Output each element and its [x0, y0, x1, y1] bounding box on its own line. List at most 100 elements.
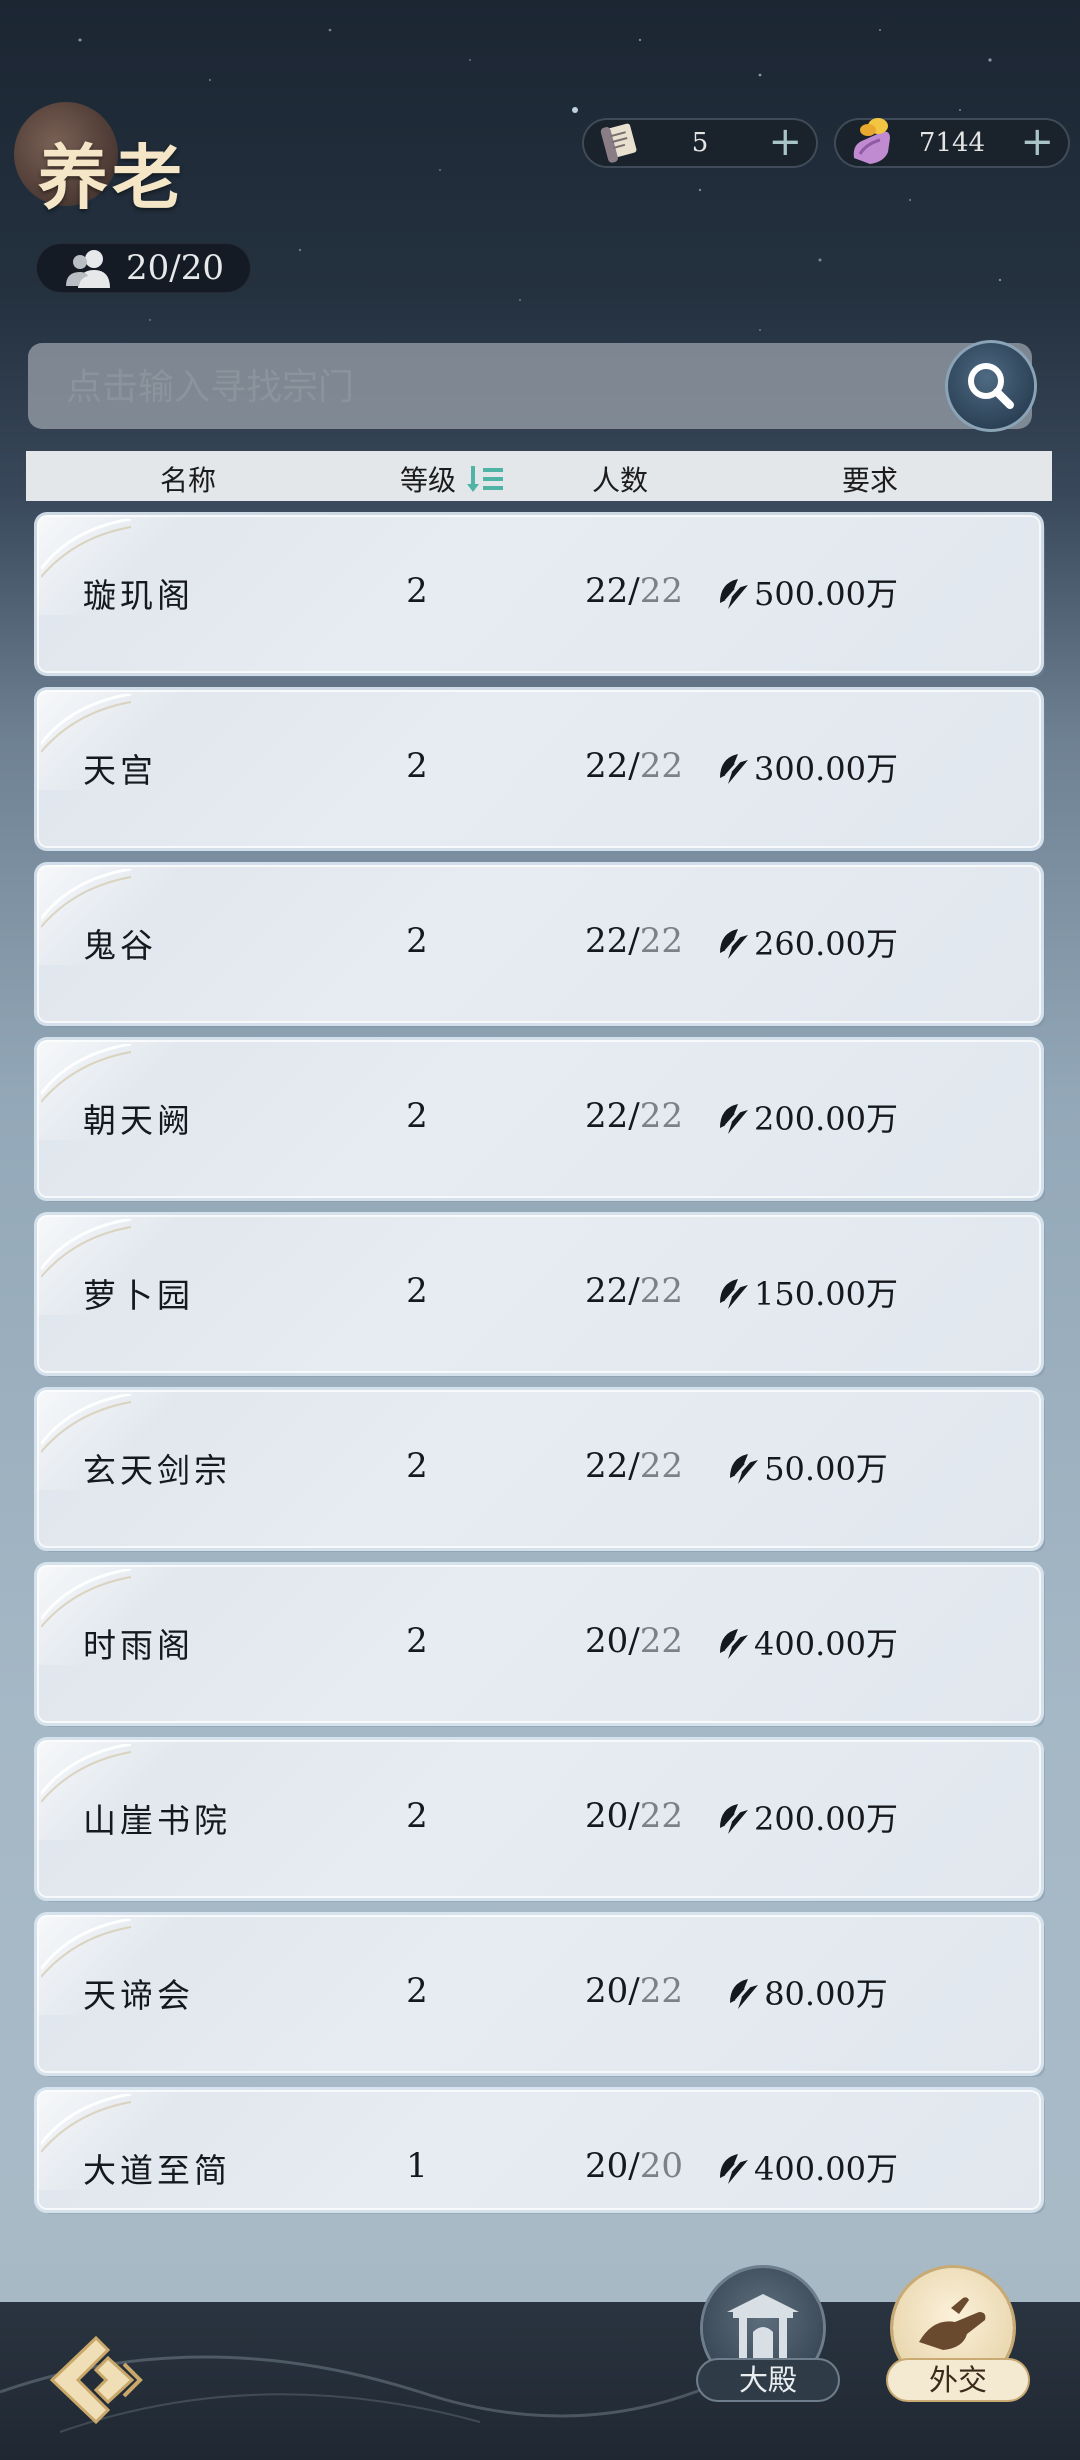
requirement-value: 400.00万 [754, 2150, 898, 2188]
member-separator: / [628, 1971, 640, 2011]
sect-level: 1 [406, 2146, 428, 2186]
sect-level: 2 [406, 921, 428, 961]
power-icon [730, 1454, 759, 1484]
resource-coin-counter: 7144 + [834, 118, 1070, 168]
sect-name: 天宫 [83, 751, 157, 790]
add-scroll-button[interactable]: + [768, 122, 802, 162]
column-header-count: 人数 [592, 464, 649, 497]
power-icon [720, 754, 748, 784]
requirement-value: 200.00万 [754, 1800, 898, 1838]
sect-name: 山崖书院 [83, 1801, 231, 1840]
sect-search-input[interactable] [64, 357, 928, 417]
sect-row[interactable]: 璇玑阁 2 22/22 500.00万 [37, 515, 1041, 673]
sect-requirement: 80.00万 [677, 1969, 937, 2015]
sect-name: 大道至简 [83, 2151, 231, 2190]
column-header-level[interactable]: 等级 [400, 459, 505, 499]
power-icon [720, 2154, 748, 2184]
search-icon [968, 363, 1014, 409]
sect-member-count: 22/22 [585, 746, 683, 786]
power-icon [720, 1279, 748, 1309]
member-separator: / [628, 1446, 640, 1486]
requirement-value: 260.00万 [754, 925, 898, 963]
member-current: 22 [585, 921, 629, 961]
power-icon [730, 1979, 759, 2009]
column-header-name: 名称 [160, 464, 217, 497]
requirement-value: 150.00万 [754, 1275, 898, 1313]
sort-descending-icon [466, 466, 503, 492]
sect-level: 2 [406, 1446, 428, 1486]
member-separator: / [628, 1621, 640, 1661]
sect-member-count: 20/22 [585, 1796, 683, 1836]
sect-requirement: 400.00万 [677, 1619, 937, 1665]
sect-name: 时雨阁 [83, 1626, 194, 1665]
sect-requirement: 50.00万 [677, 1444, 937, 1490]
requirement-value: 200.00万 [754, 1100, 898, 1138]
sect-requirement: 200.00万 [677, 1094, 937, 1140]
member-separator: / [628, 1271, 640, 1311]
sect-name: 天谛会 [83, 1976, 194, 2015]
requirement-value: 80.00万 [764, 1975, 888, 2013]
sect-row[interactable]: 天宫 2 22/22 300.00万 [37, 690, 1041, 848]
requirement-value: 50.00万 [764, 1450, 888, 1488]
sect-name: 璇玑阁 [83, 576, 194, 615]
sect-requirement: 260.00万 [677, 919, 937, 965]
sect-member-count: 22/22 [585, 571, 683, 611]
member-current: 22 [585, 1096, 629, 1136]
sect-row[interactable]: 鬼谷 2 22/22 260.00万 [37, 865, 1041, 1023]
sect-name: 玄天剑宗 [83, 1451, 231, 1490]
sect-row[interactable]: 朝天阙 2 22/22 200.00万 [37, 1040, 1041, 1198]
hall-nav-button[interactable]: 大殿 [698, 2268, 838, 2400]
table-header: 名称 等级 人数 要求 [26, 451, 1052, 501]
member-separator: / [628, 571, 640, 611]
sect-row[interactable]: 萝卜园 2 22/22 150.00万 [37, 1215, 1041, 1373]
sect-member-count: 22/22 [585, 1446, 683, 1486]
member-count-badge: 20/20 [36, 243, 251, 293]
sect-requirement: 300.00万 [677, 744, 937, 790]
diplomacy-nav-label: 外交 [888, 2360, 1028, 2400]
diplomacy-nav-button[interactable]: 外交 [888, 2268, 1028, 2400]
sect-requirement: 200.00万 [677, 1794, 937, 1840]
back-arrow-icon[interactable] [44, 2330, 148, 2430]
sect-level: 2 [406, 746, 428, 786]
sect-name: 朝天阙 [83, 1101, 194, 1140]
requirement-value: 400.00万 [754, 1625, 898, 1663]
member-separator: / [628, 746, 640, 786]
sect-level: 2 [406, 1271, 428, 1311]
sect-member-count: 22/22 [585, 921, 683, 961]
sect-row[interactable]: 时雨阁 2 20/22 400.00万 [37, 1565, 1041, 1723]
member-separator: / [628, 2146, 640, 2186]
sect-member-count: 20/22 [585, 1971, 683, 2011]
member-separator: / [628, 1096, 640, 1136]
sect-name: 萝卜园 [83, 1276, 194, 1315]
requirement-value: 300.00万 [754, 750, 898, 788]
add-coin-button[interactable]: + [1020, 122, 1054, 162]
search-button[interactable] [948, 343, 1034, 429]
requirement-value: 500.00万 [754, 575, 898, 613]
sect-level: 2 [406, 1096, 428, 1136]
member-current: 22 [585, 1446, 629, 1486]
column-header-requirement: 要求 [842, 464, 899, 497]
column-header-level-label: 等级 [400, 464, 457, 497]
power-icon [720, 579, 748, 609]
sect-row[interactable]: 山崖书院 2 20/22 200.00万 [37, 1740, 1041, 1898]
members-icon [66, 250, 110, 288]
power-icon [720, 1804, 748, 1834]
member-current: 22 [585, 571, 629, 611]
sect-member-count: 20/22 [585, 1621, 683, 1661]
sect-level: 2 [406, 1971, 428, 2011]
resource-scroll-counter: 5 + [582, 118, 818, 168]
sect-member-count: 20/20 [585, 2146, 683, 2186]
power-icon [720, 1629, 748, 1659]
sect-search-bar [28, 343, 1034, 429]
member-separator: / [628, 921, 640, 961]
sect-member-count: 22/22 [585, 1096, 683, 1136]
sect-row[interactable]: 玄天剑宗 2 22/22 50.00万 [37, 1390, 1041, 1548]
sect-level: 2 [406, 571, 428, 611]
sect-row[interactable]: 大道至简 1 20/20 400.00万 [37, 2090, 1041, 2210]
hall-nav-label: 大殿 [698, 2360, 838, 2400]
sect-row[interactable]: 天谛会 2 20/22 80.00万 [37, 1915, 1041, 2073]
sect-title: 养老 [38, 136, 186, 219]
power-icon [720, 929, 748, 959]
member-current: 22 [585, 1271, 629, 1311]
power-icon [720, 1104, 748, 1134]
